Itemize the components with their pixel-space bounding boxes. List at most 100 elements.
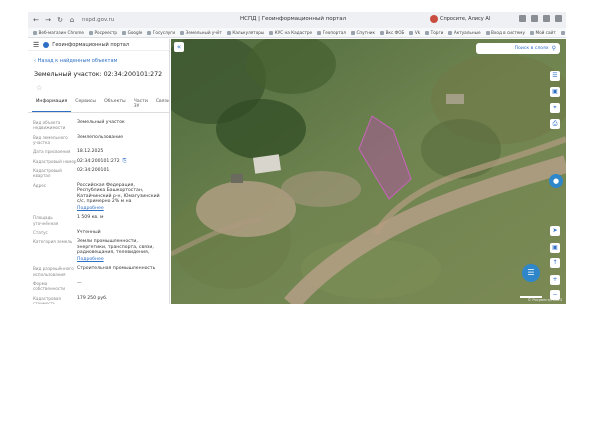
chat-icon[interactable]: ☰	[522, 264, 540, 282]
collapse-sidebar-button[interactable]: «	[174, 42, 184, 52]
property-label: Вид разрешённого использования	[33, 266, 74, 277]
property-value-text: Российская Федерация, Республика Башкорт…	[77, 182, 160, 205]
bookmark-item[interactable]: Ещё	[560, 30, 566, 35]
bookmark-item[interactable]: Вкс ФОБ	[380, 30, 404, 35]
tab-2[interactable]: Сервисы	[71, 96, 100, 112]
bookmark-item[interactable]: КУС на Кадастре	[269, 30, 312, 35]
bookmark-label: Госуслуги	[152, 30, 176, 35]
bookmark-item[interactable]: Росреестр	[88, 30, 117, 35]
bookmark-label: Вкс ФОБ	[385, 30, 405, 35]
bookmark-label: Торги	[430, 30, 444, 35]
forward-arrow-icon[interactable]: →	[44, 12, 52, 28]
bookmark-label: Калькуляторы	[232, 30, 265, 35]
bookmark-favicon-icon	[88, 30, 93, 35]
map-attribution: © Росреестр 2023	[527, 298, 562, 302]
bookmark-favicon-icon	[317, 30, 322, 35]
bookmark-favicon-icon	[380, 30, 385, 35]
back-link[interactable]: ‹ Назад к найденным объектам	[34, 58, 169, 64]
compass-icon[interactable]: ↑	[550, 258, 560, 268]
address-bar[interactable]: nspd.gov.ru	[82, 17, 182, 23]
sidebar-header: ☰ Геоинформационный портал	[28, 39, 169, 51]
bookmark-item[interactable]: Земельный учёт	[180, 30, 222, 35]
more-link[interactable]: Подробнее	[77, 206, 164, 212]
bookmark-item[interactable]: Торги	[425, 30, 443, 35]
property-value-text: 02:34:200101:272	[77, 158, 120, 164]
bookmark-item[interactable]: Vk	[409, 30, 420, 35]
tab-4[interactable]: Части ЗУ	[130, 96, 152, 112]
bookmark-favicon-icon	[33, 30, 37, 35]
property-value-text: 02:34:200101	[77, 168, 110, 174]
property-value: —	[77, 281, 82, 292]
extensions-icon[interactable]	[531, 15, 538, 22]
back-arrow-icon[interactable]: ←	[32, 12, 40, 28]
tab-1[interactable]: Информация	[32, 96, 72, 112]
zoom-in-icon[interactable]: +	[550, 275, 560, 285]
bookmark-item[interactable]: Госуслуги	[147, 30, 175, 35]
bookmark-item[interactable]: Калькуляторы	[226, 30, 265, 35]
property-row: Статус Учтенный	[33, 230, 164, 236]
bookmark-item[interactable]: Google	[122, 30, 142, 35]
property-label: Категория земель	[33, 239, 73, 245]
portal-name: Геоинформационный портал	[52, 41, 130, 48]
property-row: Категория земель Земли промышленности, эн…	[33, 239, 164, 262]
tab-3[interactable]: Объекты	[100, 96, 130, 112]
property-value-text: 18.12.2025	[77, 149, 104, 155]
hamburger-icon[interactable]: ☰	[33, 41, 39, 49]
property-row: Вид объекта недвижимости Земельный участо…	[33, 120, 164, 131]
bookmark-item[interactable]: Актуальные	[448, 30, 481, 35]
sidebar-tabs: Информация Сервисы Объекты Части ЗУ Связи	[28, 96, 169, 113]
measure-icon[interactable]: ⌖	[550, 103, 560, 113]
property-value: 18.12.2025	[77, 149, 103, 155]
bookmark-icon[interactable]	[519, 15, 526, 22]
property-row: Адрес Российская Федерация, Республика Ба…	[33, 183, 164, 212]
tab-5[interactable]: Связи	[152, 96, 169, 112]
bookmark-label: Вход в систему	[491, 30, 525, 35]
reload-icon[interactable]: ↻	[56, 12, 64, 28]
browser-tab-bar: ← → ↻ ⌂ nspd.gov.ru НСПД | Геоинформацио…	[28, 12, 566, 28]
download-icon[interactable]	[543, 15, 550, 22]
star-icon[interactable]: ☆	[36, 84, 169, 92]
bookmark-favicon-icon	[226, 30, 231, 35]
search-icon[interactable]: ⚲	[552, 45, 556, 52]
property-label: Кадастровый квартал	[33, 168, 62, 179]
assistant-button[interactable]: Спросите, Алису AI	[430, 15, 490, 23]
map-search-label: Поиск в слоях	[514, 46, 549, 51]
back-link-label: Назад к найденным объектам	[37, 58, 118, 64]
bookmark-label: Мой сайт	[535, 30, 556, 35]
parcel-title: Земельный участок: 02:34:200101:272	[34, 71, 163, 78]
property-label: Дата присвоения	[33, 149, 71, 155]
property-value-text: 179 250 руб.	[77, 295, 108, 301]
bookmark-item[interactable]: Спутник	[350, 30, 376, 35]
menu-icon[interactable]	[555, 15, 562, 22]
property-value: 1 509 кв. м	[77, 215, 103, 226]
more-link[interactable]: Подробнее	[77, 257, 164, 263]
browser-window: ← → ↻ ⌂ nspd.gov.ru НСПД | Геоинформацио…	[28, 12, 566, 304]
geolocation-icon[interactable]: ➤	[550, 226, 560, 236]
copy-icon[interactable]: ⎘	[123, 158, 127, 164]
assistant-icon[interactable]: ●	[549, 174, 563, 188]
satellite-imagery	[171, 39, 566, 304]
property-value-text: Землепользование	[77, 134, 124, 140]
property-value: 02:34:200101	[77, 168, 109, 179]
property-label: Адрес	[33, 182, 46, 188]
bookmark-item[interactable]: Геопортал	[317, 30, 346, 35]
property-value: Российская Федерация, Республика Башкорт…	[77, 183, 164, 212]
assistant-label: Спросите, Алису AI	[440, 16, 491, 22]
bookmark-favicon-icon	[409, 30, 414, 35]
map-tool-icon[interactable]: ▣	[550, 243, 560, 253]
bookmark-label: Спутник	[356, 30, 376, 35]
bookmark-item[interactable]: Мой сайт	[529, 30, 556, 35]
bookmark-item[interactable]: Вход в систему	[485, 30, 525, 35]
map-view[interactable]: « Поиск в слоях ⚲ ☰ ▣ ⌖ ⎙ ● ➤ ▣ ↑ + − ☰ …	[171, 39, 566, 304]
layers-icon[interactable]: ☰	[550, 71, 560, 81]
property-value: Строительная промышленность	[77, 266, 155, 277]
avatar	[430, 15, 438, 23]
map-search-bar[interactable]: Поиск в слоях ⚲	[476, 43, 560, 54]
bookmark-label: Земельный учёт	[185, 30, 222, 35]
property-value-text: —	[77, 280, 82, 286]
print-icon[interactable]: ⎙	[550, 119, 560, 129]
bookmark-item[interactable]: Веб-магазин Chrome	[33, 30, 84, 35]
home-icon[interactable]: ⌂	[68, 12, 76, 28]
property-row: Кадастровый квартал 02:34:200101	[33, 168, 164, 179]
basemap-icon[interactable]: ▣	[550, 87, 560, 97]
